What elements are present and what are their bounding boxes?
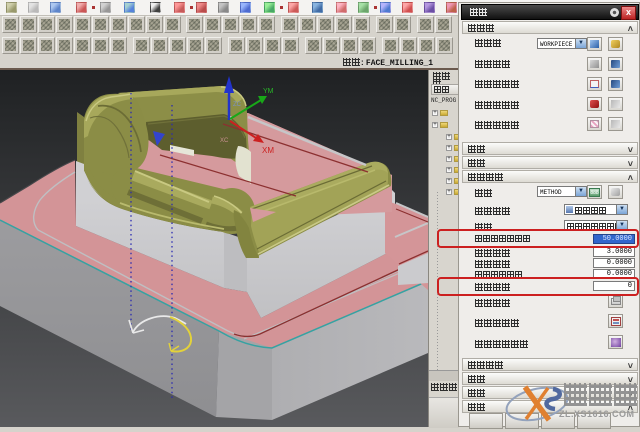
svg-text:XM: XM — [262, 146, 274, 155]
svg-text:YM: YM — [263, 88, 274, 95]
svg-text:ZC: ZC — [233, 102, 242, 108]
svg-text:XC: XC — [220, 138, 229, 144]
